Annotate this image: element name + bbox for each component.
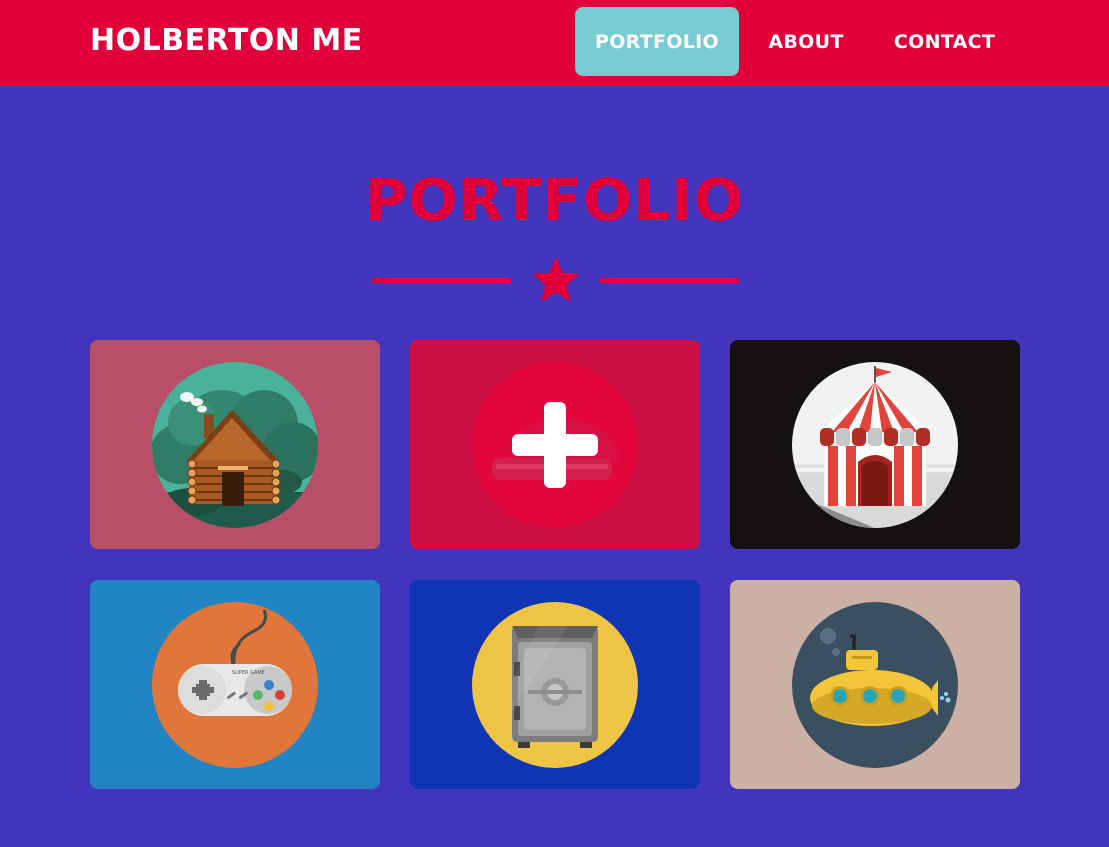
safe-icon: [472, 602, 638, 768]
divider-line-right: [600, 278, 740, 283]
portfolio-item-add[interactable]: [410, 340, 700, 549]
portfolio-item-controller[interactable]: SUPER GAME: [90, 580, 380, 789]
portfolio-item-cabin[interactable]: [90, 340, 380, 549]
section-title: PORTFOLIO: [364, 166, 745, 234]
nav-link-contact[interactable]: CONTACT: [876, 7, 1013, 76]
nav-link-about[interactable]: ABOUT: [752, 7, 860, 76]
portfolio-item-circus[interactable]: [730, 340, 1020, 549]
brand-title[interactable]: HOLBERTON ME: [90, 22, 363, 60]
cake-with-plus-icon: [472, 362, 638, 528]
title-divider: [372, 256, 740, 304]
divider-line-left: [372, 278, 512, 283]
circus-tent-icon: [792, 362, 958, 528]
game-controller-icon: SUPER GAME: [152, 602, 318, 768]
nav-link-portfolio[interactable]: PORTFOLIO: [575, 7, 739, 76]
submarine-icon: [792, 602, 958, 768]
portfolio-item-safe[interactable]: [410, 580, 700, 789]
log-cabin-icon: [152, 362, 318, 528]
svg-text:SUPER GAME: SUPER GAME: [232, 670, 265, 676]
navbar: HOLBERTON ME PORTFOLIO ABOUT CONTACT: [0, 0, 1109, 86]
portfolio-item-submarine[interactable]: [730, 580, 1020, 789]
star-icon: [533, 258, 579, 301]
